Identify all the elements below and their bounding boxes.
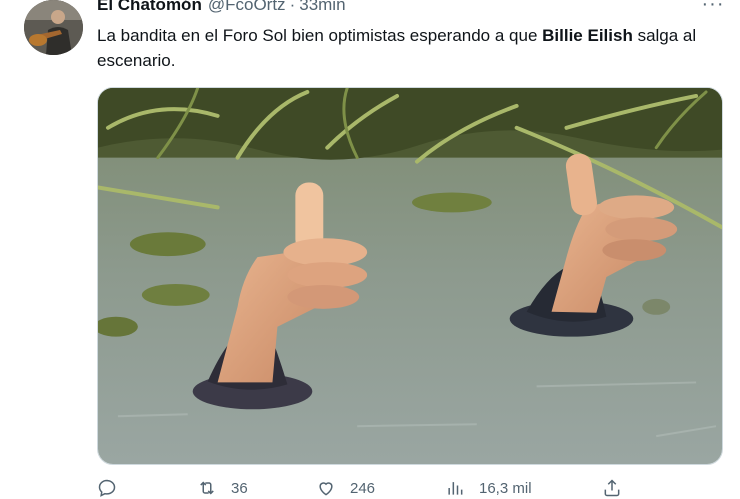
tweet-text-start: La bandita en el Foro Sol bien optimista… bbox=[97, 26, 543, 45]
tweet-actions: 36 246 16,3 mil bbox=[97, 478, 637, 499]
tweet-header: El Chatomón @FcoOrtz · 33min bbox=[97, 0, 346, 19]
author-handle[interactable]: @FcoOrtz bbox=[208, 0, 286, 15]
tweet-text-bold: Billie Eilish bbox=[542, 26, 633, 45]
views-button[interactable]: 16,3 mil bbox=[445, 478, 532, 498]
separator-dot: · bbox=[289, 0, 296, 14]
like-count: 246 bbox=[350, 479, 376, 497]
reply-button[interactable] bbox=[97, 478, 131, 498]
tweet-media-image[interactable] bbox=[97, 87, 723, 465]
avatar[interactable] bbox=[24, 0, 83, 55]
retweet-count: 36 bbox=[231, 479, 248, 497]
tweet-timestamp[interactable]: 33min bbox=[299, 0, 345, 15]
retweet-icon bbox=[200, 481, 214, 495]
tweet[interactable]: El Chatomón @FcoOrtz · 33min ··· La band… bbox=[0, 0, 740, 499]
views-chart-icon bbox=[448, 482, 463, 495]
share-upload-icon bbox=[604, 479, 620, 497]
like-button[interactable]: 246 bbox=[316, 478, 375, 498]
heart-icon bbox=[319, 482, 333, 496]
retweet-button[interactable]: 36 bbox=[197, 478, 248, 498]
reply-bubble-icon bbox=[98, 479, 116, 497]
tweet-text: La bandita en el Foro Sol bien optimista… bbox=[97, 23, 717, 73]
views-count: 16,3 mil bbox=[479, 479, 532, 497]
more-dots-icon[interactable]: ··· bbox=[698, 0, 728, 16]
author-name[interactable]: El Chatomón bbox=[97, 0, 202, 15]
share-button[interactable] bbox=[602, 478, 622, 498]
